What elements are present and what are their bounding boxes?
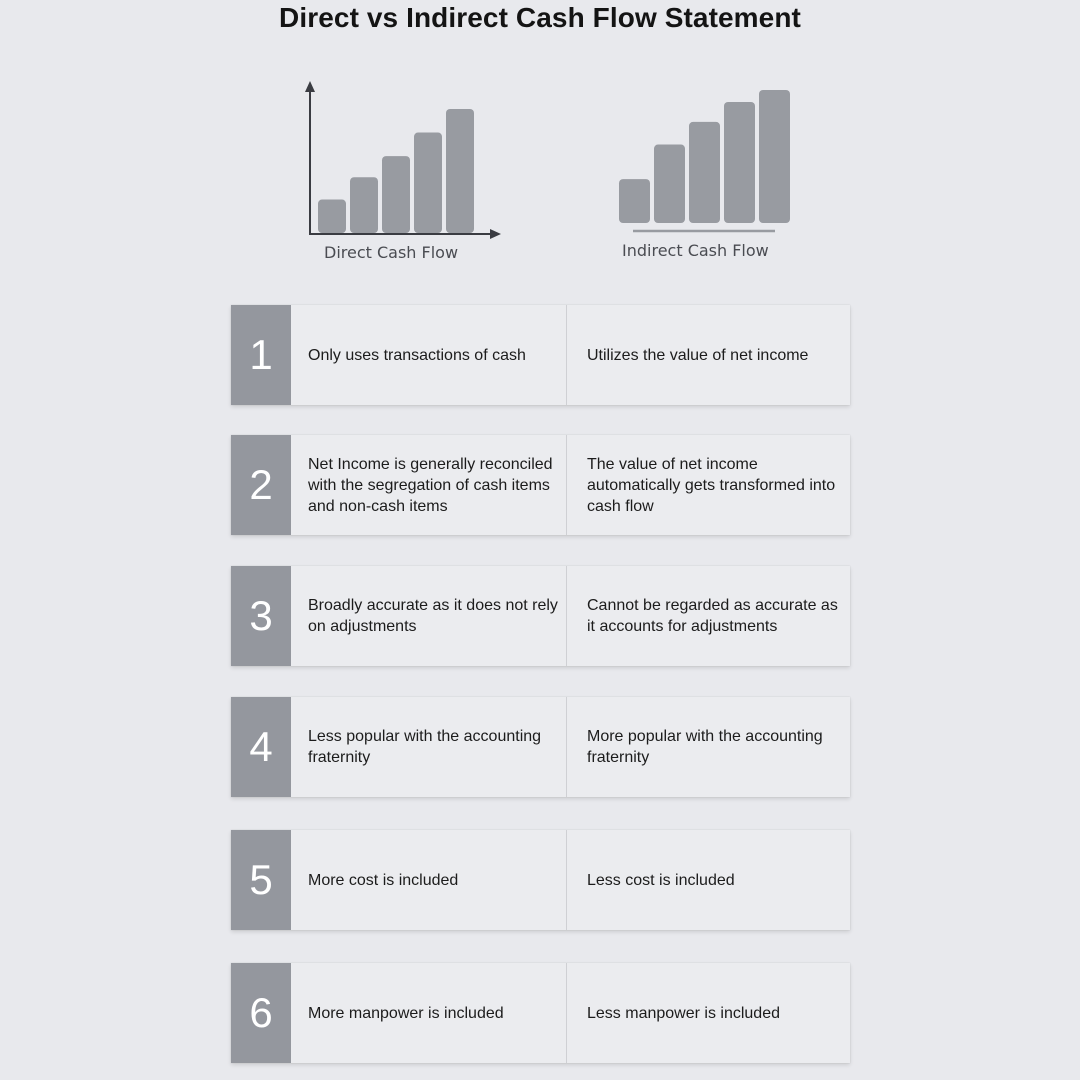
comparison-row: 4 Less popular with the accounting frater…	[231, 697, 850, 797]
direct-text: Only uses transactions of cash	[308, 346, 526, 364]
indirect-text: Utilizes the value of net income	[587, 346, 809, 364]
direct-cell: More cost is included	[291, 830, 566, 930]
indirect-chart-label: Indirect Cash Flow	[622, 241, 769, 260]
comparison-row: 2 Net Income is generally reconciled with…	[231, 435, 850, 535]
comparison-row: 6 More manpower is included Less manpower …	[231, 963, 850, 1063]
direct-bar-5	[446, 109, 474, 233]
indirect-cell: More popular with the accounting fratern…	[566, 697, 850, 797]
indirect-bar-1	[619, 179, 650, 223]
indirect-cell: Less cost is included	[566, 830, 850, 930]
indirect-cash-flow-icon	[619, 90, 790, 233]
indirect-cell: Cannot be regarded as accurate as it acc…	[566, 566, 850, 666]
indirect-bar-2	[654, 144, 685, 223]
direct-cell: More manpower is included	[291, 963, 566, 1063]
direct-cell: Only uses transactions of cash	[291, 305, 566, 405]
direct-bar-3	[382, 156, 410, 233]
direct-cash-flow-icon	[305, 81, 501, 239]
direct-text: Broadly accurate as it does not rely on …	[308, 597, 558, 635]
indirect-text: Less cost is included	[587, 871, 735, 889]
direct-text: Less popular with the accounting fratern…	[308, 728, 542, 766]
indirect-text: Less manpower is included	[587, 1004, 780, 1022]
direct-cell: Broadly accurate as it does not rely on …	[291, 566, 566, 666]
direct-text: More cost is included	[308, 871, 459, 889]
x-axis-arrow	[490, 229, 501, 239]
comparison-row: 3 Broadly accurate as it does not rely on…	[231, 566, 850, 666]
indirect-bar-4	[724, 101, 755, 223]
direct-cell: Net Income is generally reconciled with …	[291, 435, 566, 535]
direct-text: More manpower is included	[308, 1004, 504, 1022]
comparison-row: 5 More cost is included Less cost is inclu…	[231, 830, 850, 930]
indirect-text: Cannot be regarded as accurate as it acc…	[587, 597, 838, 635]
indirect-cell: Utilizes the value of net income	[566, 305, 850, 405]
row-number: 6	[231, 963, 291, 1063]
row-number: 5	[231, 830, 291, 930]
row-number: 3	[231, 566, 291, 666]
charts-illustration	[305, 81, 790, 239]
row-number: 4	[231, 697, 291, 797]
indirect-cell: The value of net income automatically ge…	[566, 435, 850, 535]
indirect-bar-5	[759, 90, 790, 223]
row-number: 2	[231, 435, 291, 535]
y-axis-arrow	[305, 81, 315, 92]
indirect-bar-3	[689, 121, 720, 223]
indirect-cell: Less manpower is included	[566, 963, 850, 1063]
direct-bar-1	[318, 199, 346, 233]
direct-text: Net Income is generally reconciled with …	[308, 455, 553, 515]
direct-cell: Less popular with the accounting fratern…	[291, 697, 566, 797]
direct-bar-4	[414, 132, 442, 233]
indirect-text: More popular with the accounting fratern…	[587, 728, 823, 766]
row-number: 1	[231, 305, 291, 405]
indirect-text: The value of net income automatically ge…	[587, 455, 836, 515]
direct-chart-label: Direct Cash Flow	[324, 243, 459, 262]
direct-bar-2	[350, 177, 378, 233]
comparison-row: 1 Only uses transactions of cash Utilizes …	[231, 305, 850, 405]
